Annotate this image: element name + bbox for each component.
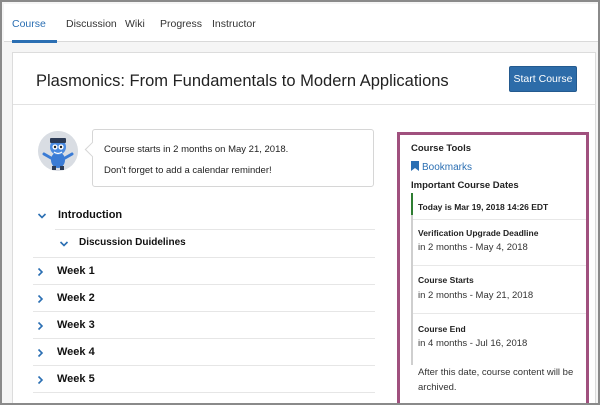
section-week-4[interactable]: Week 4	[57, 346, 95, 358]
section-week-1[interactable]: Week 1	[57, 265, 95, 277]
app-frame: Course Discussion Wiki Progress Instruct…	[0, 0, 600, 405]
tab-progress[interactable]: Progress	[160, 18, 202, 30]
row-divider	[33, 338, 375, 339]
row-divider	[33, 392, 375, 393]
chevron-down-icon[interactable]	[59, 239, 69, 249]
date-divider	[413, 219, 586, 220]
bookmark-icon	[411, 161, 419, 171]
timeline-today-marker	[411, 193, 413, 215]
verification-deadline-value: in 2 months - May 4, 2018	[418, 242, 528, 253]
row-divider	[33, 365, 375, 366]
course-starts-title: Course Starts	[418, 275, 474, 285]
subsection-discussion-guidelines[interactable]: Discussion Duidelines	[79, 237, 186, 248]
course-end-value: in 4 months - Jul 16, 2018	[418, 338, 528, 349]
verification-deadline-title: Verification Upgrade Deadline	[418, 228, 539, 238]
active-tab-indicator	[12, 40, 57, 43]
section-week-3[interactable]: Week 3	[57, 319, 95, 331]
today-date: Today is Mar 19, 2018 14:26 EDT	[418, 202, 549, 212]
mascot-icon	[38, 131, 78, 171]
course-end-title: Course End	[418, 324, 466, 334]
course-tabs: Course Discussion Wiki Progress Instruct…	[4, 4, 598, 43]
tab-wiki[interactable]: Wiki	[125, 18, 145, 30]
date-divider	[413, 265, 586, 266]
message-reminder: Don't forget to add a calendar reminder!	[104, 165, 272, 176]
row-divider	[33, 311, 375, 312]
bookmarks-link[interactable]: Bookmarks	[411, 161, 472, 173]
row-divider	[33, 284, 375, 285]
chevron-right-icon[interactable]	[35, 348, 45, 358]
course-sidebar: Course Tools Bookmarks Important Course …	[397, 132, 589, 403]
header-divider	[13, 104, 595, 105]
tab-discussion[interactable]: Discussion	[66, 18, 117, 30]
chevron-right-icon[interactable]	[35, 321, 45, 331]
date-divider	[413, 313, 586, 314]
chevron-right-icon[interactable]	[35, 294, 45, 304]
section-introduction[interactable]: Introduction	[58, 209, 122, 221]
chevron-right-icon[interactable]	[35, 375, 45, 385]
page-title: Plasmonics: From Fundamentals to Modern …	[36, 72, 449, 90]
archive-note-line-1: After this date, course content will be	[418, 367, 574, 378]
course-starts-value: in 2 months - May 21, 2018	[418, 290, 534, 301]
important-dates-heading: Important Course Dates	[411, 180, 519, 191]
section-week-2[interactable]: Week 2	[57, 292, 95, 304]
bookmarks-label: Bookmarks	[422, 162, 473, 173]
course-tools-heading: Course Tools	[411, 143, 471, 154]
tab-course[interactable]: Course	[12, 18, 46, 30]
row-divider	[33, 257, 375, 258]
section-week-5[interactable]: Week 5	[57, 373, 95, 385]
row-divider	[55, 229, 375, 230]
archive-note-line-2: archived.	[418, 382, 457, 393]
chevron-right-icon[interactable]	[35, 267, 45, 277]
message-start-date: Course starts in 2 months on May 21, 201…	[104, 144, 289, 155]
tab-instructor[interactable]: Instructor	[212, 18, 256, 30]
course-start-message: Course starts in 2 months on May 21, 201…	[92, 129, 374, 187]
chevron-down-icon[interactable]	[37, 211, 47, 221]
start-course-button[interactable]: Start Course	[509, 66, 577, 92]
course-home-panel: Plasmonics: From Fundamentals to Modern …	[12, 52, 596, 403]
